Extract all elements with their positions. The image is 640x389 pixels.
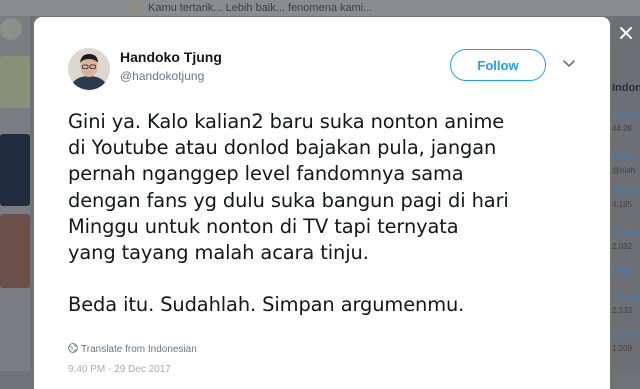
background-image-thumbnail[interactable] bbox=[0, 214, 30, 288]
trend-name[interactable]: #Cint bbox=[612, 186, 637, 197]
trend-count: 44.2K bbox=[612, 124, 633, 133]
trend-count: 4,185 bbox=[612, 200, 633, 209]
tweet-card: Handoko Tjung @handokotjung Follow Gini … bbox=[34, 17, 610, 389]
author-avatar[interactable] bbox=[68, 48, 110, 90]
background-top-bar: Kamu tertarik... Lebih baik... fenomena … bbox=[0, 0, 640, 16]
follow-button[interactable]: Follow bbox=[450, 49, 546, 81]
trend-name[interactable]: #Jum bbox=[612, 228, 638, 239]
translate-label: Translate from Indonesian bbox=[81, 344, 197, 355]
trend-count: 1,209 bbox=[612, 344, 633, 353]
trend-name[interactable]: Selan bbox=[612, 110, 639, 121]
globe-icon bbox=[68, 343, 78, 353]
background-notice-text: Kamu tertarik... Lebih baik... fenomena … bbox=[148, 2, 373, 14]
background-image-thumbnail[interactable] bbox=[0, 134, 30, 206]
trend-count: 2,133 bbox=[612, 306, 633, 315]
trend-name[interactable]: #MT bbox=[612, 266, 632, 277]
trend-name[interactable]: #Ora bbox=[612, 152, 635, 163]
background-left-column bbox=[0, 16, 30, 371]
chevron-down-icon[interactable] bbox=[562, 59, 576, 69]
trend-count: @niah bbox=[612, 166, 636, 175]
author-name[interactable]: Handoko Tjung bbox=[120, 49, 222, 65]
trend-name[interactable]: Tio P bbox=[612, 330, 636, 341]
background-avatar bbox=[0, 18, 22, 40]
tweet-text: Gini ya. Kalo kalian2 baru suka nonton a… bbox=[68, 110, 509, 317]
background-avatar bbox=[0, 56, 30, 108]
tweet-timestamp[interactable]: 9:40 PM - 29 Dec 2017 bbox=[68, 364, 171, 375]
author-handle[interactable]: @handokotjung bbox=[120, 69, 204, 83]
translate-link[interactable]: Translate from Indonesian bbox=[68, 339, 197, 357]
notice-icon bbox=[130, 3, 140, 13]
close-icon[interactable] bbox=[618, 25, 634, 41]
trend-count: 2,092 bbox=[612, 242, 633, 251]
trend-name[interactable]: Perep bbox=[612, 292, 640, 303]
trends-panel-title: Indonesia bbox=[612, 82, 640, 94]
avatar-photo bbox=[68, 48, 110, 90]
